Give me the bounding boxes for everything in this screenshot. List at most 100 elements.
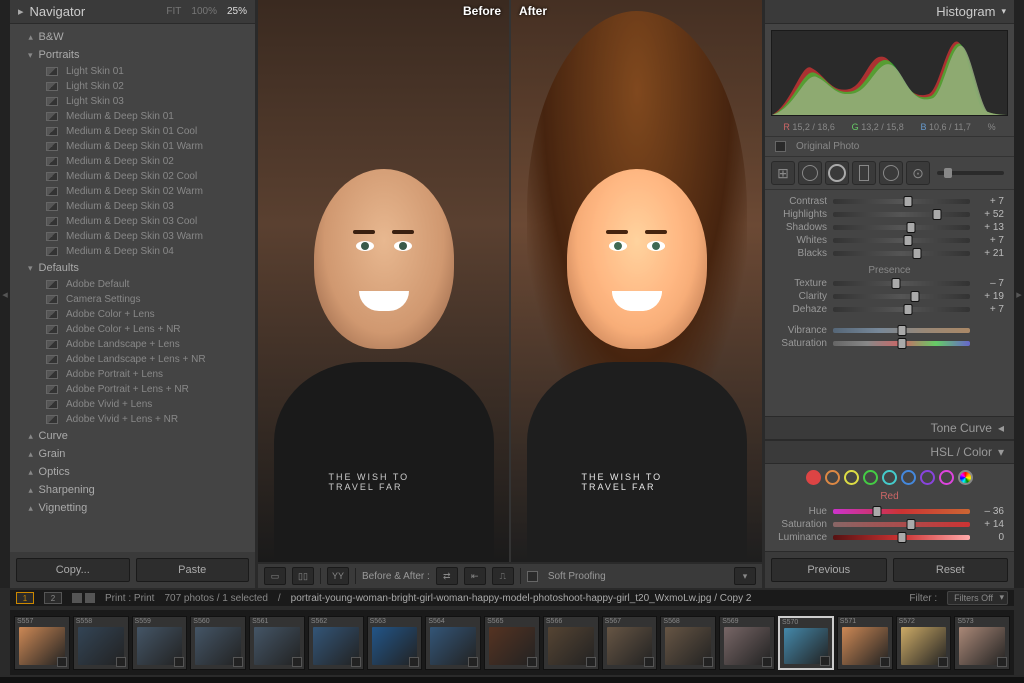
hsl-color-dot[interactable] (920, 470, 935, 485)
preset-item[interactable]: Medium & Deep Skin 01 (10, 109, 255, 124)
slider-vibrance[interactable]: Vibrance (775, 325, 1004, 336)
preset-group-curve[interactable]: ▸Curve (10, 427, 255, 445)
slider-shadows[interactable]: Shadows+ 13 (775, 222, 1004, 233)
preset-item[interactable]: Light Skin 02 (10, 79, 255, 94)
preset-item[interactable]: Adobe Landscape + Lens + NR (10, 352, 255, 367)
redeye-tool-icon[interactable] (825, 161, 849, 185)
preset-group-b-w[interactable]: ▸B&W (10, 28, 255, 46)
filmstrip-thumb[interactable]: S572 (896, 616, 952, 670)
copy-left-icon[interactable]: ⇤ (464, 567, 486, 585)
loupe-view-icon[interactable]: ▭ (264, 567, 286, 585)
hsl-color-dot[interactable] (806, 470, 821, 485)
page-2-button[interactable]: 2 (44, 592, 62, 604)
preset-item[interactable]: Adobe Landscape + Lens (10, 337, 255, 352)
preset-item[interactable]: Medium & Deep Skin 01 Cool (10, 124, 255, 139)
preview-before[interactable]: Before (258, 0, 509, 562)
navigator-header[interactable]: ▸ Navigator FIT100%25% (10, 0, 255, 24)
crop-tool-icon[interactable]: ⊞ (771, 161, 795, 185)
brush-tool-icon[interactable]: ⊙ (906, 161, 930, 185)
preset-item[interactable]: Medium & Deep Skin 03 (10, 199, 255, 214)
preview-after[interactable]: After (509, 0, 762, 562)
spot-tool-icon[interactable] (798, 161, 822, 185)
hsl-color-dot[interactable] (863, 470, 878, 485)
preset-group-vignetting[interactable]: ▸Vignetting (10, 499, 255, 517)
compare-view-icon[interactable]: ▯▯ (292, 567, 314, 585)
yy-view-icon[interactable]: YY (327, 567, 349, 585)
original-photo-checkbox[interactable] (775, 141, 786, 152)
slider-dehaze[interactable]: Dehaze+ 7 (775, 304, 1004, 315)
page-1-button[interactable]: 1 (16, 592, 34, 604)
slider-texture[interactable]: Texture– 7 (775, 278, 1004, 289)
toolbar-menu-icon[interactable]: ▾ (734, 567, 756, 585)
filter-dropdown[interactable]: Filters Off (947, 591, 1008, 605)
tool-amount-slider[interactable] (937, 171, 1004, 175)
preset-item[interactable]: Medium & Deep Skin 04 (10, 244, 255, 259)
filmstrip-thumb[interactable]: S568 (660, 616, 716, 670)
filmstrip-thumb[interactable]: S570 (778, 616, 834, 670)
graduated-tool-icon[interactable] (852, 161, 876, 185)
soft-proofing-checkbox[interactable] (527, 571, 538, 582)
filmstrip-thumb[interactable]: S557 (14, 616, 70, 670)
copy-settings-icon[interactable]: ⎍ (492, 567, 514, 585)
filmstrip-thumb[interactable]: S560 (190, 616, 246, 670)
filmstrip-thumb[interactable]: S559 (132, 616, 188, 670)
slider-clarity[interactable]: Clarity+ 19 (775, 291, 1004, 302)
slider-saturation[interactable]: Saturation+ 14 (775, 519, 1004, 530)
left-edge-expand[interactable]: ◂ (0, 0, 10, 588)
preset-item[interactable]: Adobe Vivid + Lens + NR (10, 412, 255, 427)
filmstrip[interactable]: S557S558S559S560S561S562S563S564S565S566… (10, 610, 1014, 675)
slider-contrast[interactable]: Contrast+ 7 (775, 196, 1004, 207)
slider-hue[interactable]: Hue– 36 (775, 506, 1004, 517)
zoom-25%[interactable]: 25% (227, 6, 247, 17)
preset-item[interactable]: Medium & Deep Skin 02 Warm (10, 184, 255, 199)
filmstrip-thumb[interactable]: S561 (249, 616, 305, 670)
preset-item[interactable]: Adobe Color + Lens + NR (10, 322, 255, 337)
preset-item[interactable]: Adobe Portrait + Lens (10, 367, 255, 382)
preset-group-portraits[interactable]: ▾Portraits (10, 46, 255, 64)
copy-button[interactable]: Copy... (16, 558, 130, 582)
filmstrip-thumb[interactable]: S562 (308, 616, 364, 670)
preset-item[interactable]: Light Skin 01 (10, 64, 255, 79)
preset-item[interactable]: Medium & Deep Skin 02 (10, 154, 255, 169)
slider-luminance[interactable]: Luminance0 (775, 532, 1004, 543)
preset-item[interactable]: Medium & Deep Skin 01 Warm (10, 139, 255, 154)
preset-item[interactable]: Adobe Portrait + Lens + NR (10, 382, 255, 397)
previous-button[interactable]: Previous (771, 558, 887, 582)
right-edge-expand[interactable]: ▸ (1014, 0, 1024, 588)
filmstrip-thumb[interactable]: S563 (367, 616, 423, 670)
reset-button[interactable]: Reset (893, 558, 1009, 582)
original-photo-toggle[interactable]: Original Photo (765, 136, 1014, 157)
hsl-color-dot[interactable] (882, 470, 897, 485)
filmstrip-thumb[interactable]: S573 (954, 616, 1010, 670)
preset-item[interactable]: Light Skin 03 (10, 94, 255, 109)
hsl-color-dot[interactable] (939, 470, 954, 485)
filmstrip-thumb[interactable]: S571 (837, 616, 893, 670)
preset-group-sharpening[interactable]: ▸Sharpening (10, 481, 255, 499)
filmstrip-thumb[interactable]: S565 (484, 616, 540, 670)
filmstrip-thumb[interactable]: S558 (73, 616, 129, 670)
zoom-fit[interactable]: FIT (166, 6, 181, 17)
preset-group-defaults[interactable]: ▾Defaults (10, 259, 255, 277)
radial-tool-icon[interactable] (879, 161, 903, 185)
preset-group-grain[interactable]: ▸Grain (10, 445, 255, 463)
slider-highlights[interactable]: Highlights+ 52 (775, 209, 1004, 220)
filmstrip-thumb[interactable]: S567 (602, 616, 658, 670)
filmstrip-thumb[interactable]: S566 (543, 616, 599, 670)
preset-item[interactable]: Adobe Color + Lens (10, 307, 255, 322)
swap-icon[interactable]: ⇄ (436, 567, 458, 585)
preset-group-optics[interactable]: ▸Optics (10, 463, 255, 481)
slider-blacks[interactable]: Blacks+ 21 (775, 248, 1004, 259)
paste-button[interactable]: Paste (136, 558, 250, 582)
hsl-all-colors[interactable] (958, 470, 973, 485)
hsl-color-dot[interactable] (825, 470, 840, 485)
histogram-header[interactable]: Histogram ▾ (765, 0, 1014, 24)
slider-saturation[interactable]: Saturation (775, 338, 1004, 349)
preset-item[interactable]: Medium & Deep Skin 03 Warm (10, 229, 255, 244)
tone-curve-header[interactable]: Tone Curve◂ (765, 416, 1014, 440)
preset-item[interactable]: Adobe Vivid + Lens (10, 397, 255, 412)
preset-item[interactable]: Camera Settings (10, 292, 255, 307)
grid-view-icon[interactable] (72, 593, 95, 603)
hsl-color-dot[interactable] (901, 470, 916, 485)
filmstrip-thumb[interactable]: S564 (425, 616, 481, 670)
zoom-100%[interactable]: 100% (191, 6, 217, 17)
